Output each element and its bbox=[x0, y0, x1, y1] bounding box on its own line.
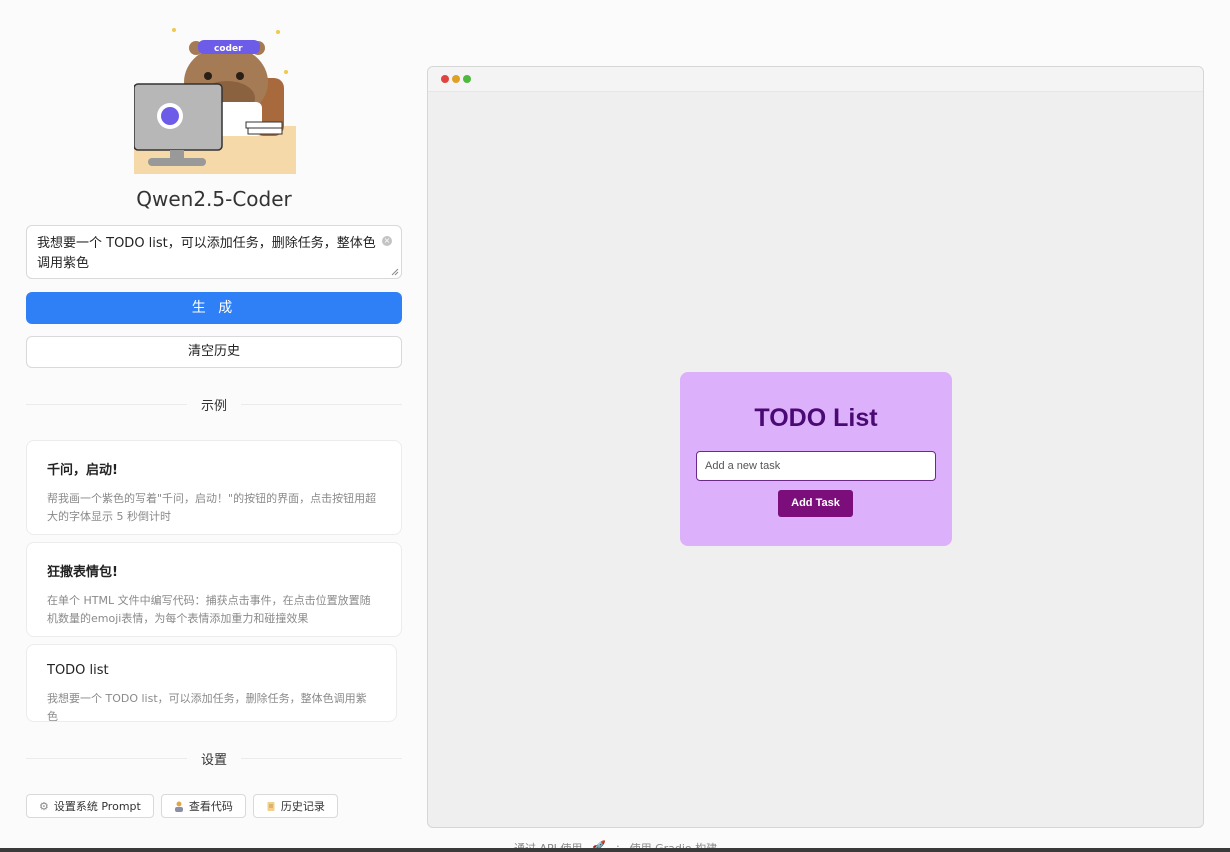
footer-separator: · bbox=[616, 840, 620, 848]
app-title: Qwen2.5-Coder bbox=[136, 187, 292, 211]
scroll-icon bbox=[267, 801, 275, 811]
history-label: 历史记录 bbox=[280, 800, 325, 813]
person-icon bbox=[174, 801, 183, 812]
settings-heading: 设置 bbox=[201, 752, 228, 768]
system-prompt-label: 设置系统 Prompt bbox=[53, 800, 141, 813]
window-minimize-dot bbox=[452, 75, 460, 83]
example-title: TODO list bbox=[47, 663, 109, 678]
bottom-bar bbox=[0, 848, 1230, 852]
gear-icon: ⚙ bbox=[39, 799, 49, 813]
preview-window: TODO List Add a new task Add Task bbox=[427, 66, 1204, 828]
window-close-dot bbox=[441, 75, 449, 83]
example-card[interactable]: TODO list 我想要一个 TODO list，可以添加任务，删除任务，整体… bbox=[26, 644, 397, 723]
settings-buttons: ⚙ 设置系统 Prompt 查看代码 历史记录 bbox=[26, 794, 338, 818]
view-code-button[interactable]: 查看代码 bbox=[160, 794, 246, 818]
prompt-textarea[interactable]: 我想要一个 TODO list，可以添加任务，删除任务，整体色调用紫色 × bbox=[26, 225, 402, 279]
footer: 通过 API 使用 🚀 · 使用 Gradio 构建 bbox=[0, 838, 1230, 848]
generate-button[interactable]: 生 成 bbox=[26, 292, 402, 324]
example-desc: 帮我画一个紫色的写着"千问，启动！"的按钮的界面，点击按钮用超大的字体显示 5 … bbox=[47, 492, 377, 523]
settings-divider: 设置 bbox=[26, 748, 403, 768]
example-title: 千问，启动! bbox=[47, 463, 118, 478]
view-code-label: 查看代码 bbox=[188, 800, 233, 813]
example-desc: 我想要一个 TODO list，可以添加任务，删除任务，整体色调用紫色 bbox=[47, 692, 367, 723]
example-card[interactable]: 千问，启动! 帮我画一个紫色的写着"千问，启动！"的按钮的界面，点击按钮用超大的… bbox=[26, 440, 402, 535]
todo-card: TODO List Add a new task Add Task bbox=[680, 372, 952, 546]
system-prompt-button[interactable]: ⚙ 设置系统 Prompt bbox=[26, 794, 154, 818]
todo-task-input[interactable]: Add a new task bbox=[696, 451, 936, 481]
clear-history-button[interactable]: 清空历史 bbox=[26, 336, 402, 368]
svg-text:coder: coder bbox=[214, 44, 243, 54]
example-desc: 在单个 HTML 文件中编写代码：捕获点击事件，在点击位置放置随机数量的emoj… bbox=[47, 594, 371, 625]
rocket-icon: 🚀 bbox=[592, 840, 607, 848]
add-task-button[interactable]: Add Task bbox=[778, 490, 853, 517]
history-button[interactable]: 历史记录 bbox=[252, 794, 338, 818]
examples-heading: 示例 bbox=[201, 398, 228, 414]
example-title: 狂撒表情包! bbox=[47, 565, 118, 580]
mascot-illustration: coder bbox=[134, 28, 296, 174]
examples-divider: 示例 bbox=[26, 394, 403, 414]
api-link[interactable]: 通过 API 使用 bbox=[514, 840, 582, 848]
clear-input-icon[interactable]: × bbox=[382, 236, 392, 246]
app-root: coder Qwen2.5-Coder 我想要一个 TODO list，可以添加… bbox=[0, 0, 1230, 852]
example-card[interactable]: 狂撒表情包! 在单个 HTML 文件中编写代码：捕获点击事件，在点击位置放置随机… bbox=[26, 542, 402, 637]
window-maximize-dot bbox=[463, 75, 471, 83]
resize-handle-icon[interactable] bbox=[391, 268, 399, 276]
gradio-link[interactable]: 使用 Gradio 构建 bbox=[630, 840, 718, 848]
prompt-text: 我想要一个 TODO list，可以添加任务，删除任务，整体色调用紫色 bbox=[37, 236, 376, 271]
preview-titlebar bbox=[428, 67, 1203, 92]
todo-title: TODO List bbox=[754, 404, 878, 432]
